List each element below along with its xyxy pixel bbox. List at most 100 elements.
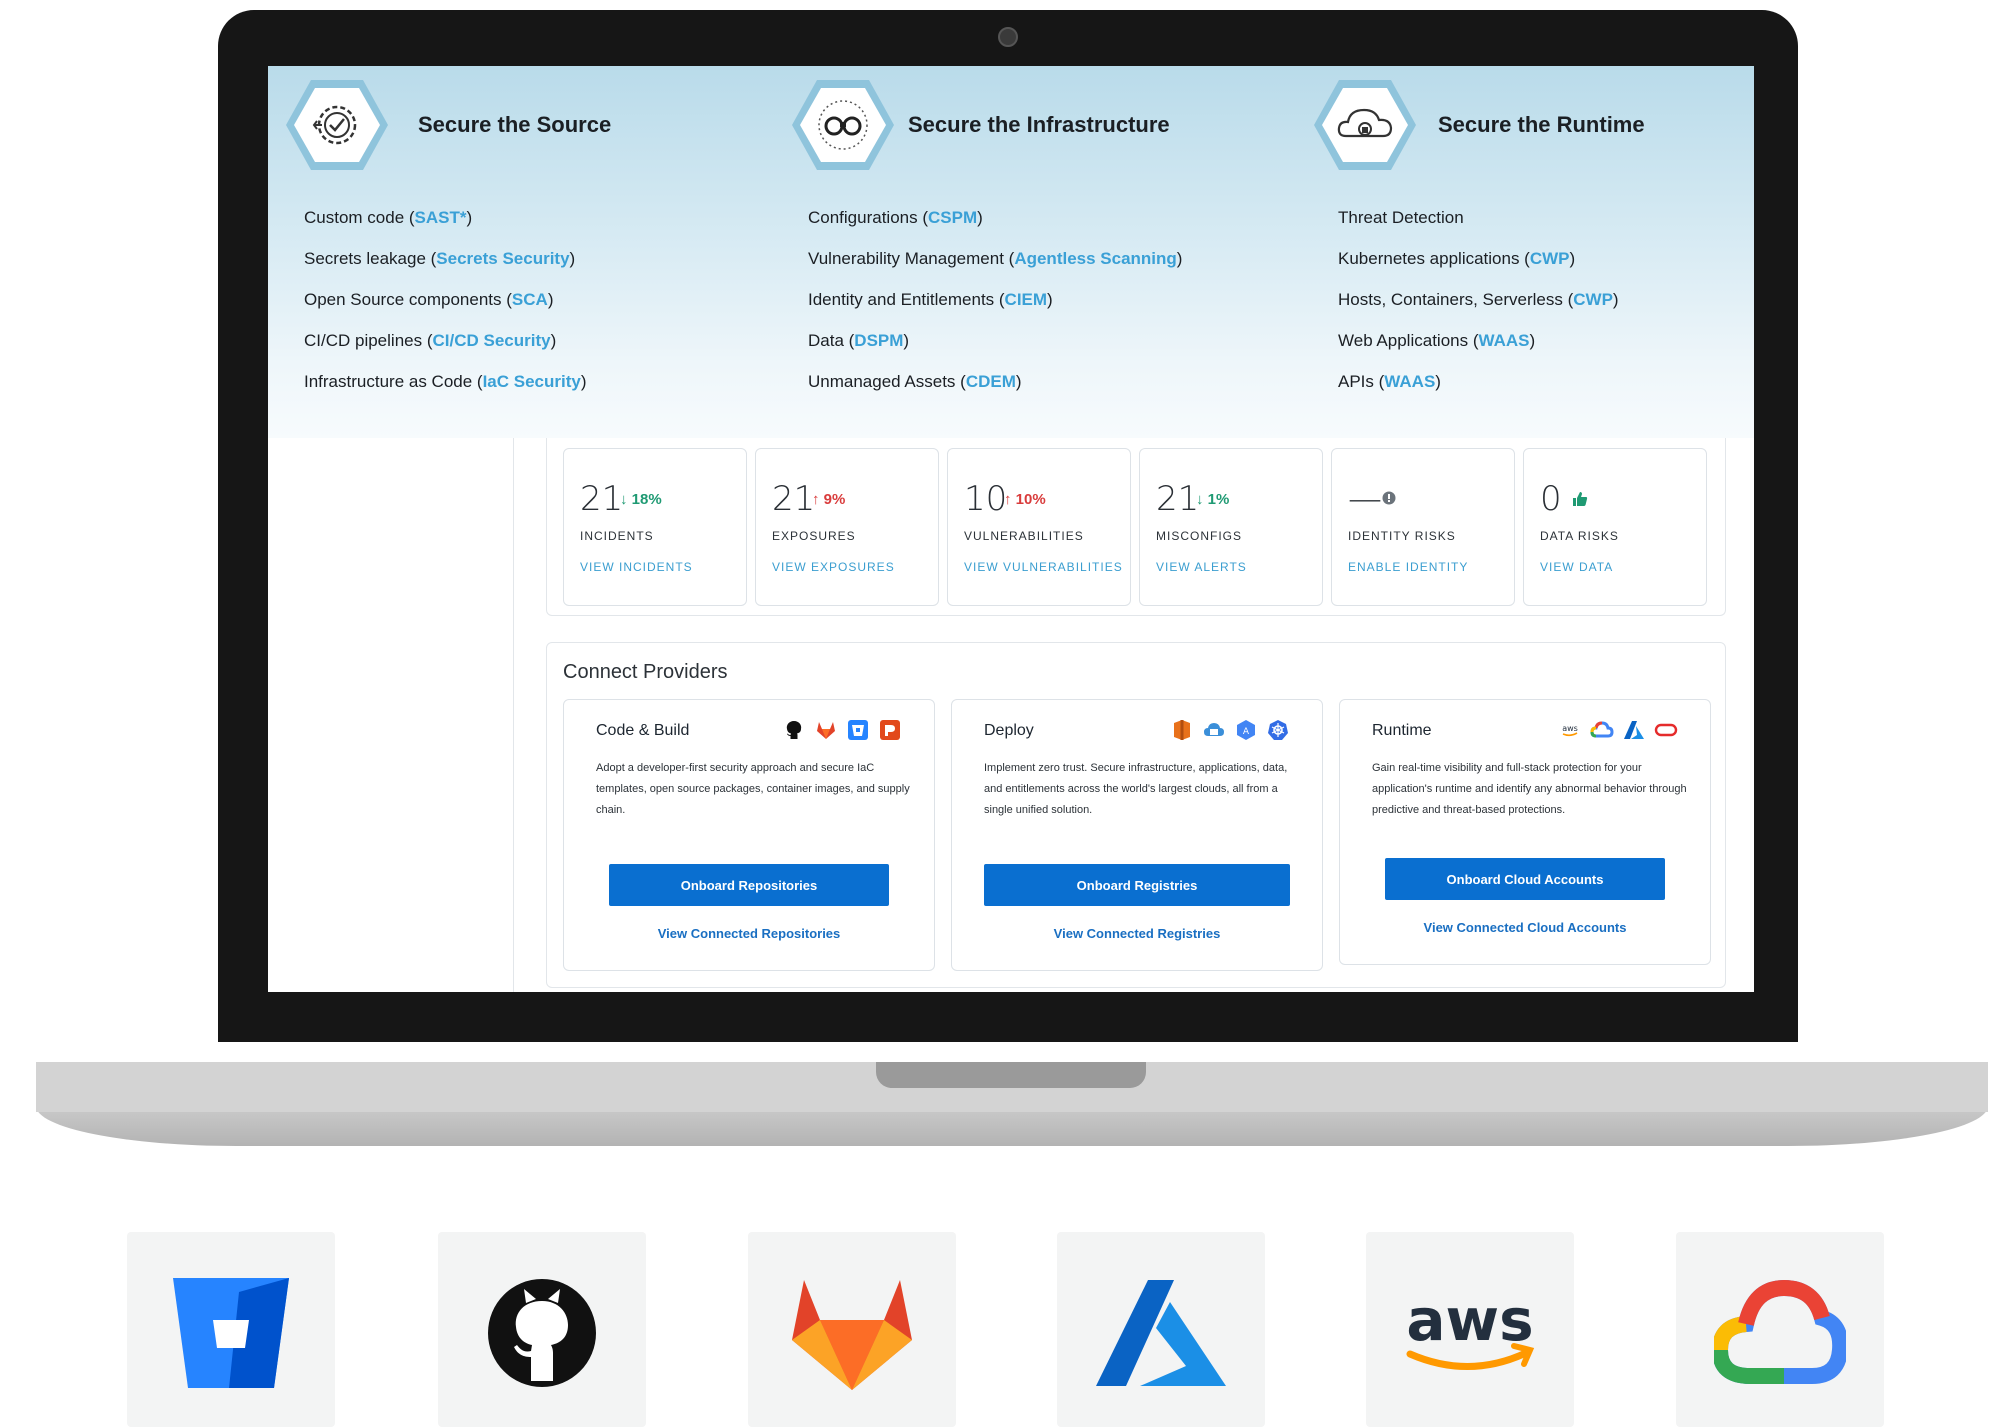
provider-card-code-build: Code & Build Adopt a developer-first sec… <box>563 699 935 971</box>
cloud-lock-icon <box>1314 80 1416 170</box>
provider-icons: A <box>1170 718 1290 742</box>
list-item: CI/CD pipelines (CI/CD Security) <box>304 331 557 350</box>
view-connected-cloud-accounts-link[interactable]: View Connected Cloud Accounts <box>1340 920 1710 935</box>
camera-icon <box>998 27 1018 47</box>
view-incidents-link[interactable]: VIEW INCIDENTS <box>580 560 693 574</box>
card-title: Code & Build <box>596 722 690 739</box>
gitlab-icon <box>792 1280 912 1391</box>
stat-label: DATA RISKS <box>1540 529 1619 543</box>
azure-icon <box>1624 721 1644 739</box>
azure-icon <box>1096 1280 1226 1387</box>
list-item: Hosts, Containers, Serverless (CWP) <box>1338 290 1619 309</box>
provider-icons <box>782 718 902 742</box>
package-icon <box>880 720 900 740</box>
column-runtime: Secure the Runtime Threat Detection Kube… <box>1312 66 1754 438</box>
kubernetes-icon <box>1268 720 1288 740</box>
stat-card-misconfigs[interactable]: 21 ↓ 1% MISCONFIGS VIEW ALERTS <box>1139 448 1323 606</box>
gear-check-icon <box>286 80 388 170</box>
card-description: Implement zero trust. Secure infrastruct… <box>984 762 1288 816</box>
stats-panel: 21 ↓ 18% INCIDENTS VIEW INCIDENTS 21 ↑ 9… <box>546 438 1726 616</box>
capability-list: Threat Detection Kubernetes applications… <box>1338 208 1619 413</box>
aws-ecr-icon <box>1174 720 1190 740</box>
onboard-repositories-button[interactable]: Onboard Repositories <box>609 864 889 906</box>
stat-delta: ↑ 9% <box>812 491 846 508</box>
list-item: Kubernetes applications (CWP) <box>1338 249 1576 268</box>
stat-card-exposures[interactable]: 21 ↑ 9% EXPOSURES VIEW EXPOSURES <box>755 448 939 606</box>
stat-label: IDENTITY RISKS <box>1348 529 1456 543</box>
product-showcase: Secure the Source Custom code (SAST*) Se… <box>0 0 1994 1427</box>
stat-value: — <box>1348 479 1382 519</box>
card-description: Gain real-time visibility and full-stack… <box>1372 762 1687 816</box>
stat-value: 21 <box>772 479 816 519</box>
aws-icon: aws <box>1406 1288 1535 1371</box>
stat-label: VULNERABILITIES <box>964 529 1084 543</box>
bitbucket-tile <box>127 1232 335 1427</box>
stat-label: MISCONFIGS <box>1156 529 1243 543</box>
column-infrastructure: Secure the Infrastructure Configurations… <box>780 66 1300 438</box>
stat-value: 21 <box>580 479 624 519</box>
laptop-screen: Secure the Source Custom code (SAST*) Se… <box>268 66 1754 992</box>
provider-card-runtime: Runtime aws Gain real-time visibility an… <box>1339 699 1711 965</box>
bitbucket-icon <box>173 1278 289 1389</box>
gitlab-icon <box>817 722 835 739</box>
stat-value: 10 <box>964 479 1008 519</box>
gitlab-tile <box>748 1232 956 1427</box>
sidebar-divider <box>513 438 514 992</box>
view-connected-registries-link[interactable]: View Connected Registries <box>952 926 1322 941</box>
oracle-icon <box>1654 723 1678 737</box>
github-icon <box>784 720 804 740</box>
card-title: Deploy <box>984 722 1034 739</box>
list-item: Threat Detection <box>1338 208 1464 227</box>
list-item: APIs (WAAS) <box>1338 372 1441 391</box>
aws-tile: aws <box>1366 1232 1574 1427</box>
onboard-registries-button[interactable]: Onboard Registries <box>984 864 1290 906</box>
card-title: Runtime <box>1372 722 1432 739</box>
onboard-cloud-accounts-button[interactable]: Onboard Cloud Accounts <box>1385 858 1665 900</box>
connect-providers-panel: Connect Providers Code & Build Adopt a d… <box>546 642 1726 988</box>
google-registry-icon: A <box>1237 720 1255 740</box>
view-data-link[interactable]: VIEW DATA <box>1540 560 1613 574</box>
google-cloud-tile <box>1676 1232 1884 1427</box>
list-item: Infrastructure as Code (IaC Security) <box>304 372 587 391</box>
card-description: Adopt a developer-first security approac… <box>596 762 910 816</box>
stat-card-incidents[interactable]: 21 ↓ 18% INCIDENTS VIEW INCIDENTS <box>563 448 747 606</box>
provider-icons: aws <box>1558 718 1678 742</box>
list-item: Vulnerability Management (Agentless Scan… <box>808 249 1183 268</box>
arrow-down-icon: ↓ <box>620 491 628 508</box>
column-title: Secure the Source <box>418 112 612 137</box>
github-icon <box>488 1279 596 1388</box>
stat-value: 21 <box>1156 479 1200 519</box>
github-tile <box>438 1232 646 1427</box>
arrow-up-icon: ↑ <box>1004 491 1012 508</box>
column-title: Secure the Infrastructure <box>908 112 1170 137</box>
capability-list: Custom code (SAST*) Secrets leakage (Sec… <box>304 208 587 413</box>
stat-label: INCIDENTS <box>580 529 654 543</box>
svg-text:aws: aws <box>1562 724 1578 733</box>
stat-value: 0 <box>1540 479 1562 519</box>
list-item: Custom code (SAST*) <box>304 208 473 227</box>
provider-card-deploy: Deploy A Implement zero trust. Secure in… <box>951 699 1323 971</box>
laptop-notch <box>876 1062 1146 1088</box>
azure-tile <box>1057 1232 1265 1427</box>
stat-delta: ↓ 18% <box>620 491 662 508</box>
google-cloud-icon <box>1590 721 1614 738</box>
stat-card-data-risks[interactable]: 0 DATA RISKS VIEW DATA <box>1523 448 1707 606</box>
stat-card-identity-risks[interactable]: — IDENTITY RISKS ENABLE IDENTITY <box>1331 448 1515 606</box>
azure-registry-icon <box>1204 723 1224 736</box>
list-item: Web Applications (WAAS) <box>1338 331 1536 350</box>
enable-identity-link[interactable]: ENABLE IDENTITY <box>1348 560 1468 574</box>
stat-delta: ↑ 10% <box>1004 491 1046 508</box>
view-alerts-link[interactable]: VIEW ALERTS <box>1156 560 1247 574</box>
list-item: Data (DSPM) <box>808 331 910 350</box>
view-connected-repositories-link[interactable]: View Connected Repositories <box>564 926 934 941</box>
binoculars-icon <box>792 80 894 170</box>
section-title: Connect Providers <box>563 661 728 683</box>
capability-list: Configurations (CSPM) Vulnerability Mana… <box>808 208 1182 413</box>
stat-card-vulnerabilities[interactable]: 10 ↑ 10% VULNERABILITIES VIEW VULNERABIL… <box>947 448 1131 606</box>
list-item: Secrets leakage (Secrets Security) <box>304 249 576 268</box>
view-vulnerabilities-link[interactable]: VIEW VULNERABILITIES <box>964 560 1123 574</box>
thumbs-up-icon <box>1573 492 1588 506</box>
view-exposures-link[interactable]: VIEW EXPOSURES <box>772 560 895 574</box>
arrow-down-icon: ↓ <box>1196 491 1204 508</box>
info-icon <box>1382 491 1396 505</box>
